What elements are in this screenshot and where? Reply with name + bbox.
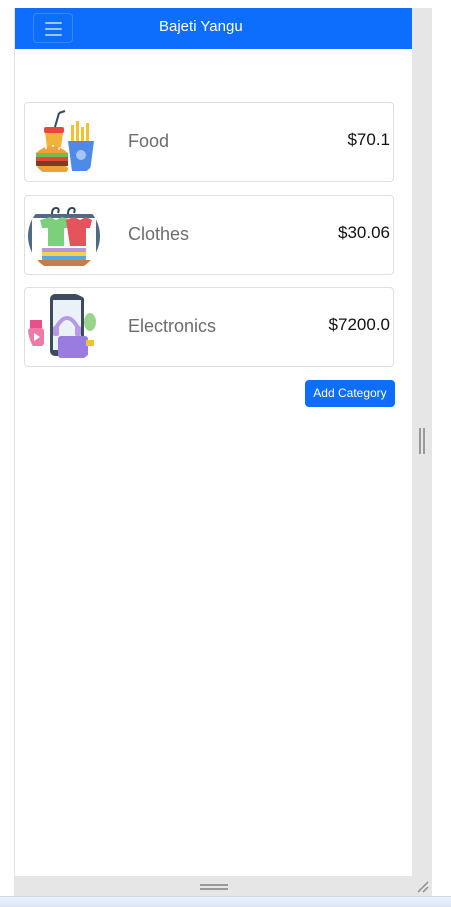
category-name: Electronics <box>128 316 217 336</box>
hamburger-menu-icon[interactable] <box>33 13 73 43</box>
category-name: Food <box>128 131 170 151</box>
category-amount: $70.1 <box>347 130 390 149</box>
category-card-food[interactable]: Food $70.1 <box>24 102 394 182</box>
navbar: Bajeti Yangu <box>15 8 412 49</box>
app-viewport: Bajeti Yangu Food $70.1 Clothes $30.06 E… <box>15 8 412 876</box>
side-resize-handle[interactable] <box>419 428 425 454</box>
window: Bajeti Yangu Food $70.1 Clothes $30.06 E… <box>0 0 451 907</box>
bottom-resize-handle[interactable] <box>200 884 228 890</box>
food-burger-fries-icon <box>28 107 100 179</box>
category-amount: $7200.0 <box>328 315 390 334</box>
category-card-clothes[interactable]: Clothes $30.06 <box>24 195 394 275</box>
app-brand[interactable]: Bajeti Yangu <box>159 17 243 37</box>
clothes-rack-icon <box>28 200 100 272</box>
add-category-button[interactable]: Add Category <box>305 380 395 407</box>
category-amount: $30.06 <box>338 223 390 242</box>
taskbar-edge <box>0 896 451 907</box>
category-name: Clothes <box>128 224 190 244</box>
electronics-devices-icon <box>28 292 100 364</box>
corner-resize-grip-icon[interactable] <box>414 878 430 894</box>
category-card-electronics[interactable]: Electronics $7200.0 <box>24 287 394 367</box>
